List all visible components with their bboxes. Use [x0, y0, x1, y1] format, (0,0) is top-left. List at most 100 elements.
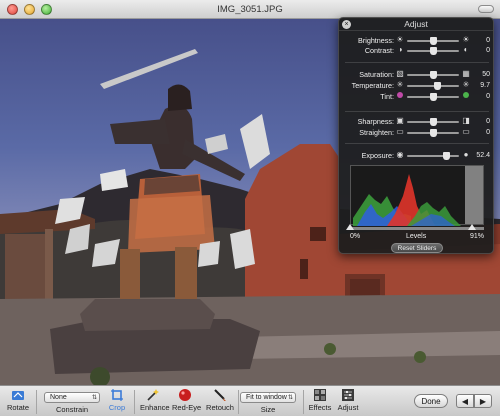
adjust-row-straighten: Straighten: ▭ ▭ 0: [339, 128, 495, 137]
adjust-row-sharpness: Sharpness: ▣ ◨ 0: [339, 117, 495, 126]
slider-thumb[interactable]: [443, 152, 450, 160]
adjust-slider[interactable]: [407, 152, 459, 160]
edit-toolbar: Rotate None ⇅ Constrain Crop Enhance Red…: [0, 385, 500, 416]
adjust-row-value: 0: [486, 93, 490, 100]
adjust-row-value: 50: [482, 71, 490, 78]
window-title: IMG_3051.JPG: [217, 4, 283, 15]
adjust-row-label: Contrast:: [364, 46, 394, 55]
adjust-row-value: 0: [486, 47, 490, 54]
arrow-right-icon: ▶: [479, 397, 487, 406]
adjust-slider[interactable]: [407, 71, 459, 79]
retouch-button[interactable]: Retouch: [206, 388, 234, 412]
saturation-low-icon: ▧: [396, 69, 404, 78]
close-window-button[interactable]: [7, 4, 18, 15]
divider: [134, 390, 135, 414]
red-eye-button[interactable]: Red-Eye: [172, 388, 201, 412]
adjust-panel-title: Adjust: [339, 18, 493, 31]
adjust-slider[interactable]: [407, 93, 459, 101]
levels-slider[interactable]: [346, 224, 484, 230]
levels-label: Levels: [406, 233, 427, 240]
contrast-low-icon: ◑: [397, 45, 403, 54]
constrain-popup[interactable]: None ⇅: [44, 392, 100, 403]
adjust-button[interactable]: Adjust: [336, 388, 360, 412]
reset-sliders-button[interactable]: Reset Sliders: [391, 243, 443, 253]
adjust-slider[interactable]: [407, 37, 459, 45]
rotate-button[interactable]: Rotate: [6, 388, 30, 412]
adjust-row-label: Straighten:: [359, 128, 394, 137]
enhance-button[interactable]: Enhance: [140, 388, 170, 412]
green-dot-icon: [462, 92, 470, 100]
magenta-dot-icon: [396, 92, 404, 100]
done-button[interactable]: Done: [414, 394, 448, 408]
divider: [303, 390, 304, 414]
rotate-icon: [12, 391, 24, 400]
effects-button[interactable]: Effects: [308, 388, 332, 412]
effects-icon: [314, 389, 326, 401]
adjust-row-label: Exposure:: [361, 151, 394, 160]
levels-labels: 0% Levels 91%: [350, 233, 484, 242]
contrast-high-icon: ◐: [463, 45, 469, 54]
levels-high-value: 91%: [469, 233, 484, 240]
adjust-slider[interactable]: [407, 129, 459, 137]
x-circle-icon[interactable]: ×: [342, 20, 351, 29]
slider-thumb[interactable]: [430, 71, 437, 79]
divider: [345, 62, 489, 63]
adjust-row-exposure: Exposure: ◉ ● 52.4: [339, 151, 495, 160]
adjust-slider[interactable]: [407, 47, 459, 55]
adjust-row-contrast: Contrast: ◑ ◐ 0: [339, 46, 495, 55]
divider: [345, 111, 489, 112]
histogram: [350, 165, 484, 226]
sun-large-icon: ☀: [462, 35, 470, 44]
levels-low-value: 0%: [350, 233, 361, 240]
toolbar-toggle-button[interactable]: [478, 5, 494, 13]
slider-thumb[interactable]: [430, 47, 437, 55]
adjust-row-label: Sharpness:: [357, 117, 394, 126]
sun-small-icon: ☀: [396, 35, 404, 44]
slider-thumb[interactable]: [434, 82, 442, 90]
adjust-row-saturation: Saturation: ▧ ▦ 50: [339, 70, 495, 79]
soft-icon: ▣: [396, 116, 404, 125]
previous-photo-button[interactable]: ◀: [456, 394, 474, 408]
constrain-label: Constrain: [55, 405, 89, 414]
sliders-icon: [342, 389, 354, 401]
adjust-row-label: Tint:: [380, 92, 394, 101]
adjust-slider[interactable]: [407, 118, 459, 126]
adjust-row-value: 0: [486, 129, 490, 136]
adjust-row-value: 0: [486, 118, 490, 125]
sharp-icon: ◨: [462, 116, 470, 125]
saturation-high-icon: ▦: [462, 69, 470, 78]
crop-icon: [111, 389, 123, 401]
minimize-window-button[interactable]: [24, 4, 35, 15]
adjust-slider[interactable]: [407, 82, 459, 90]
divider: [238, 390, 239, 414]
histogram-highlight-clip: [465, 166, 483, 224]
adjust-row-value: 52.4: [476, 152, 490, 159]
levels-high-thumb[interactable]: [467, 224, 476, 230]
divider: [36, 390, 37, 414]
size-popup[interactable]: Fit to window ⇅: [240, 392, 296, 403]
slider-thumb[interactable]: [430, 118, 437, 126]
slider-thumb[interactable]: [430, 93, 437, 101]
adjust-row-brightness: Brightness: ☀ ☀ 0: [339, 36, 495, 45]
warm-icon: ✳: [462, 80, 470, 89]
next-photo-button[interactable]: ▶: [474, 394, 492, 408]
cool-icon: ✳: [396, 80, 404, 89]
adjust-row-tint: Tint: 0: [339, 92, 495, 101]
adjust-row-label: Temperature:: [351, 81, 394, 90]
exposure-high-icon: ●: [463, 150, 469, 159]
popup-arrows-icon: ⇅: [91, 395, 97, 401]
adjust-row-value: 0: [486, 37, 490, 44]
divider: [345, 143, 489, 144]
levels-low-thumb[interactable]: [346, 224, 354, 230]
slider-thumb[interactable]: [430, 129, 437, 137]
adjust-row-temperature: Temperature: ✳ ✳ 9.7: [339, 81, 495, 90]
crop-button[interactable]: Crop: [106, 388, 128, 412]
zoom-window-button[interactable]: [41, 4, 52, 15]
arrow-left-icon: ◀: [461, 397, 469, 406]
slider-thumb[interactable]: [430, 37, 437, 45]
brush-icon: [214, 389, 226, 401]
size-label: Size: [260, 405, 276, 414]
magic-wand-icon: [147, 389, 159, 401]
popup-arrows-icon: ⇅: [287, 395, 293, 401]
adjust-row-label: Brightness:: [358, 36, 394, 45]
